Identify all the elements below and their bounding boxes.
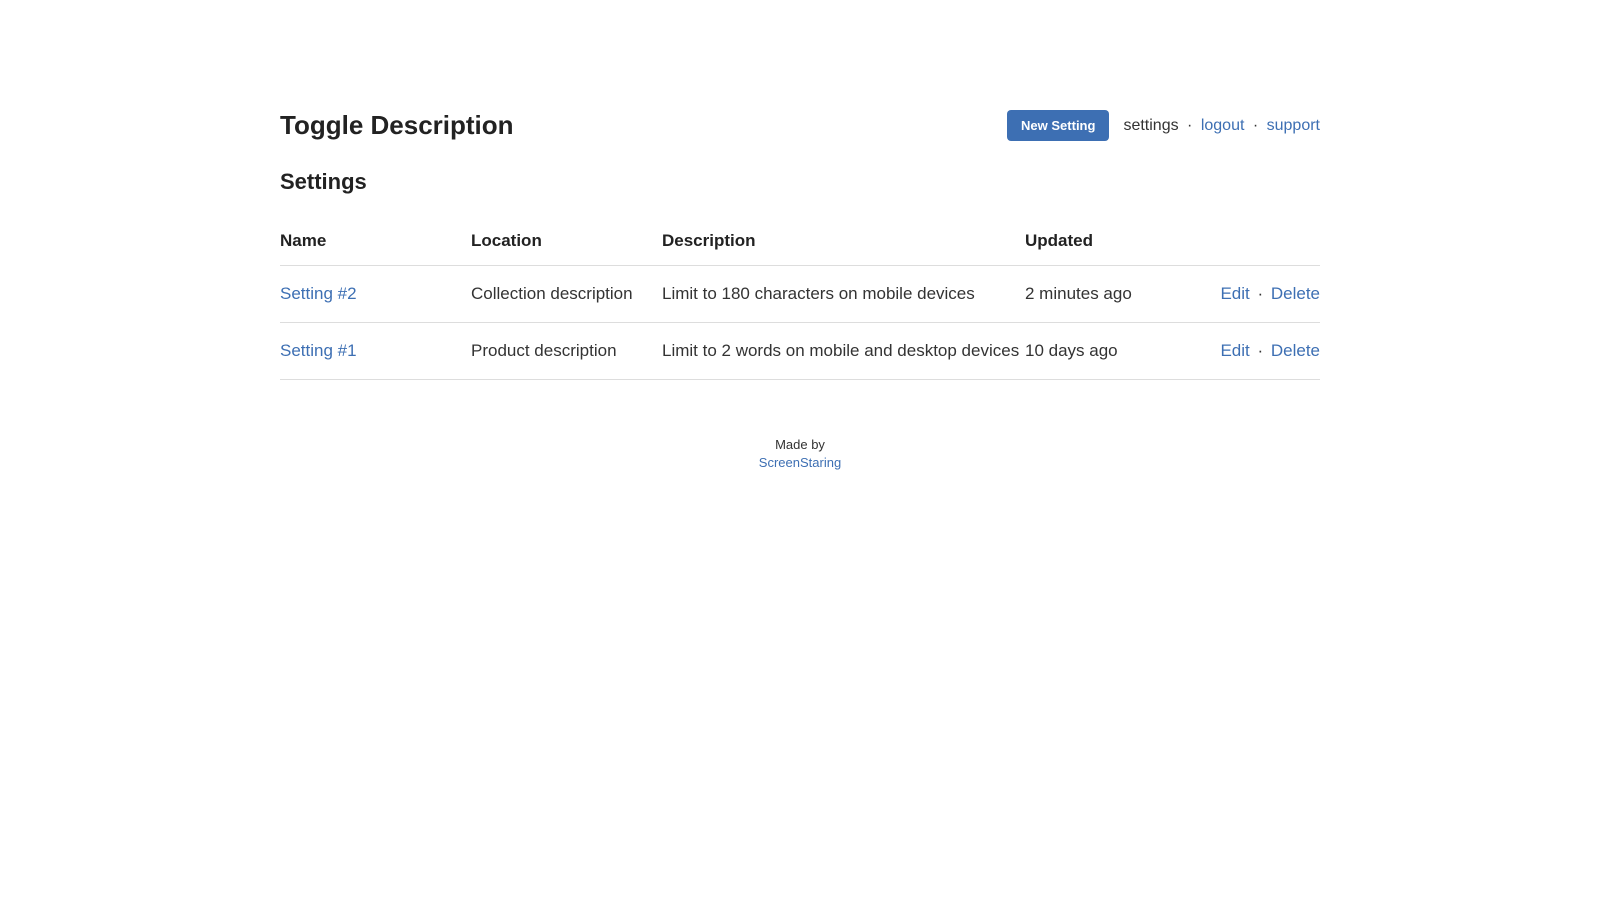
section-title: Settings	[280, 169, 1320, 195]
edit-link[interactable]: Edit	[1220, 341, 1249, 360]
setting-name-link[interactable]: Setting #2	[280, 284, 357, 303]
setting-description: Limit to 180 characters on mobile device…	[662, 266, 1025, 323]
column-name-header: Name	[280, 221, 471, 266]
page-title: Toggle Description	[280, 110, 514, 141]
top-nav: settings · logout · support	[1123, 117, 1320, 135]
setting-location: Product description	[471, 323, 662, 380]
header: Toggle Description New Setting settings …	[280, 110, 1320, 141]
table-row: Setting #2 Collection description Limit …	[280, 266, 1320, 323]
nav-settings-text: settings	[1123, 117, 1178, 134]
footer: Made by ScreenStaring	[280, 436, 1320, 472]
delete-link[interactable]: Delete	[1271, 341, 1320, 360]
settings-table: Name Location Description Updated Settin…	[280, 221, 1320, 380]
nav-support-link[interactable]: support	[1267, 117, 1320, 134]
column-updated-header: Updated	[1025, 221, 1216, 266]
actions-separator: ·	[1253, 284, 1268, 303]
setting-updated: 10 days ago	[1025, 323, 1216, 380]
new-setting-button[interactable]: New Setting	[1007, 110, 1109, 141]
nav-separator: ·	[1248, 117, 1262, 134]
setting-description: Limit to 2 words on mobile and desktop d…	[662, 323, 1025, 380]
actions-separator: ·	[1253, 341, 1268, 360]
page-container: Toggle Description New Setting settings …	[280, 0, 1320, 472]
setting-updated: 2 minutes ago	[1025, 266, 1216, 323]
setting-name-link[interactable]: Setting #1	[280, 341, 357, 360]
footer-company-link[interactable]: ScreenStaring	[759, 455, 841, 470]
setting-location: Collection description	[471, 266, 662, 323]
table-row: Setting #1 Product description Limit to …	[280, 323, 1320, 380]
table-header-row: Name Location Description Updated	[280, 221, 1320, 266]
nav-separator: ·	[1183, 117, 1197, 134]
edit-link[interactable]: Edit	[1220, 284, 1249, 303]
footer-made-by: Made by	[775, 437, 825, 452]
column-location-header: Location	[471, 221, 662, 266]
header-right: New Setting settings · logout · support	[1007, 110, 1320, 141]
nav-logout-link[interactable]: logout	[1201, 117, 1245, 134]
column-actions-header	[1216, 221, 1320, 266]
column-description-header: Description	[662, 221, 1025, 266]
delete-link[interactable]: Delete	[1271, 284, 1320, 303]
